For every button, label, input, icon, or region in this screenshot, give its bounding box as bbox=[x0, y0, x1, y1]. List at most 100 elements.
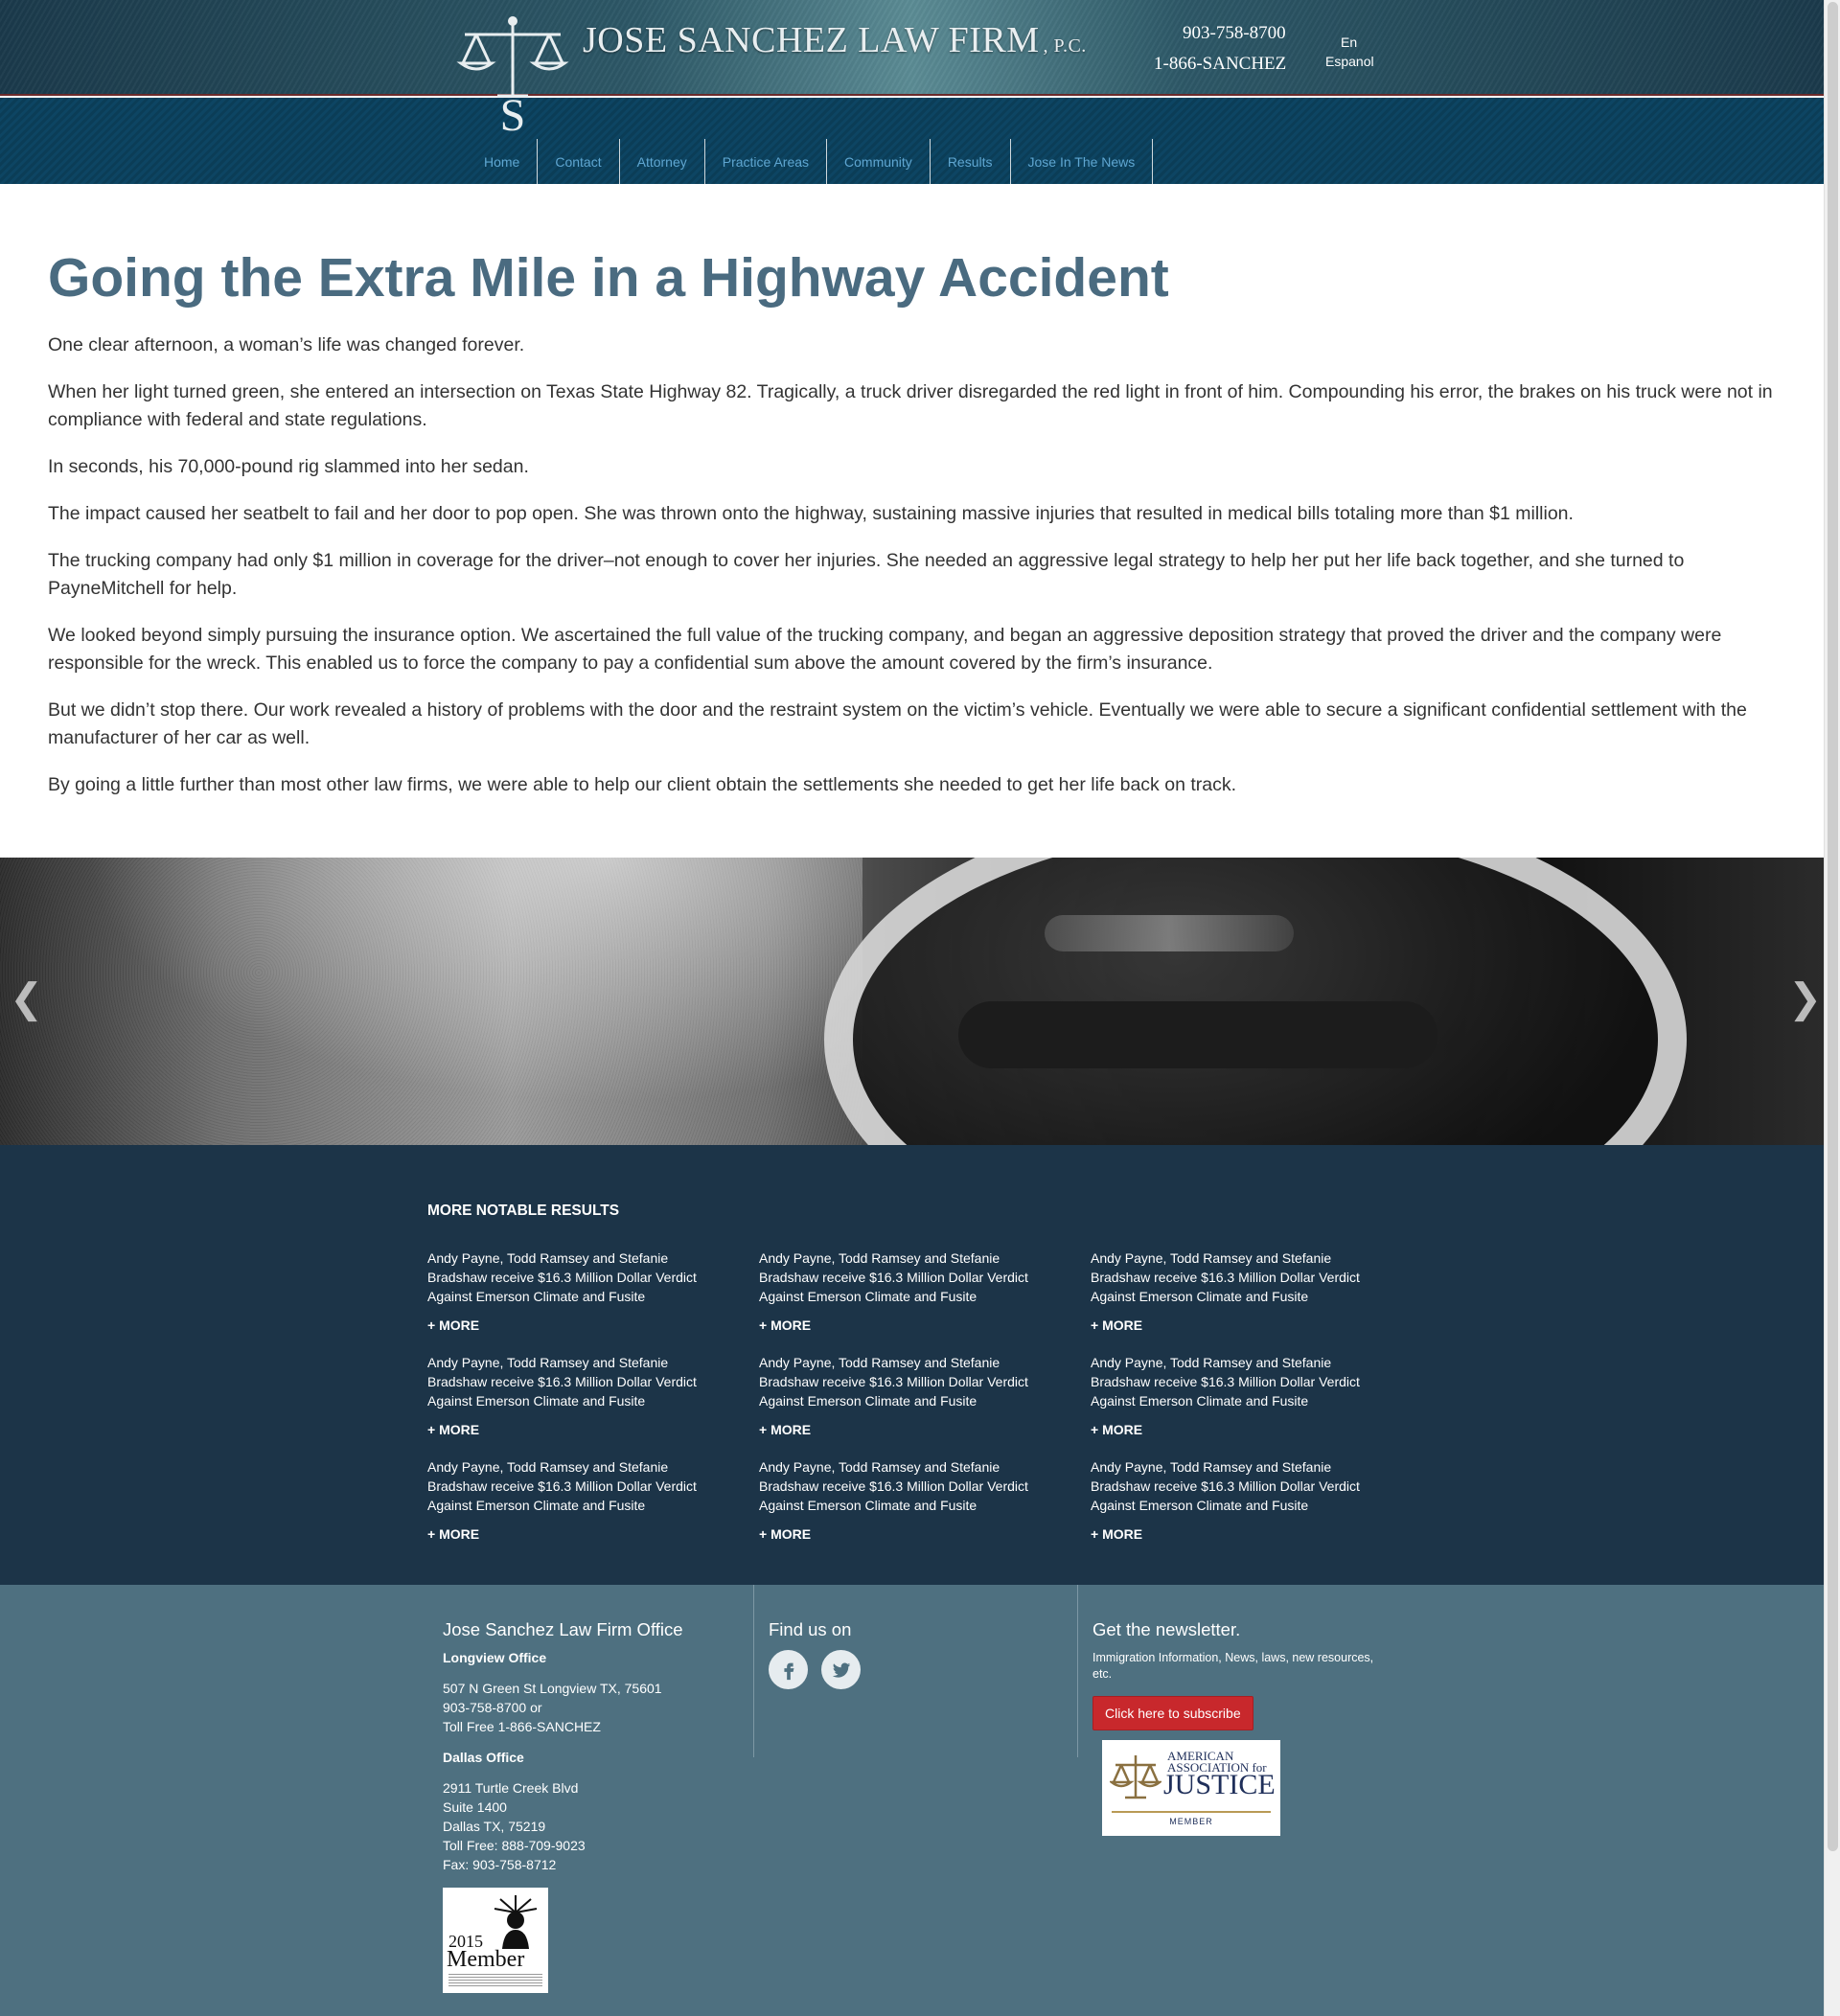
twitter-icon[interactable] bbox=[821, 1650, 861, 1689]
result-item: Andy Payne, Todd Ramsey and Stefanie Bra… bbox=[427, 1457, 715, 1544]
article-paragraph: When her light turned green, she entered… bbox=[48, 381, 1773, 430]
article-paragraph: But we didn’t stop there. Our work revea… bbox=[48, 699, 1747, 748]
nav-item-results[interactable]: Results bbox=[931, 139, 1011, 184]
scales-of-justice-logo[interactable]: S bbox=[455, 13, 570, 138]
result-text: Andy Payne, Todd Ramsey and Stefanie Bra… bbox=[759, 1250, 1028, 1304]
more-link[interactable]: + MORE bbox=[1091, 1316, 1378, 1335]
longview-office-label: Longview Office bbox=[443, 1650, 547, 1665]
article-paragraph: We looked beyond simply pursuing the ins… bbox=[48, 625, 1722, 674]
image-slider bbox=[0, 858, 1824, 1145]
footer-social: Find us on bbox=[769, 1619, 861, 1689]
svg-text:S: S bbox=[500, 90, 526, 138]
result-item: Andy Payne, Todd Ramsey and Stefanie Bra… bbox=[1091, 1249, 1378, 1335]
result-text: Andy Payne, Todd Ramsey and Stefanie Bra… bbox=[427, 1250, 697, 1304]
result-item: Andy Payne, Todd Ramsey and Stefanie Bra… bbox=[759, 1353, 1046, 1439]
footer: Jose Sanchez Law Firm Office Longview Of… bbox=[0, 1585, 1824, 2016]
more-link[interactable]: + MORE bbox=[1091, 1420, 1378, 1439]
page-title: Going the Extra Mile in a Highway Accide… bbox=[48, 247, 1169, 309]
article-paragraph: One clear afternoon, a woman’s life was … bbox=[48, 334, 525, 355]
badge-member: Member bbox=[447, 1947, 525, 1972]
aaj-member-label: MEMBER bbox=[1169, 1817, 1213, 1826]
result-item: Andy Payne, Todd Ramsey and Stefanie Bra… bbox=[1091, 1457, 1378, 1544]
firm-name[interactable]: JOSE SANCHEZ LAW FIRM, P.C. bbox=[583, 19, 1087, 61]
footer-divider bbox=[753, 1585, 754, 1757]
nav-item-jose-in-the-news[interactable]: Jose In The News bbox=[1011, 139, 1154, 184]
article-paragraph: In seconds, his 70,000-pound rig slammed… bbox=[48, 456, 529, 477]
chevron-right-icon[interactable]: ❯ bbox=[1788, 978, 1822, 1019]
nav-item-contact[interactable]: Contact bbox=[538, 139, 620, 184]
results-grid: Andy Payne, Todd Ramsey and Stefanie Bra… bbox=[427, 1249, 1424, 1544]
subscribe-button[interactable]: Click here to subscribe bbox=[1092, 1696, 1254, 1730]
article-paragraph: The impact caused her seatbelt to fail a… bbox=[48, 503, 1574, 524]
result-text: Andy Payne, Todd Ramsey and Stefanie Bra… bbox=[427, 1355, 697, 1409]
language-english-link[interactable]: En bbox=[1341, 34, 1357, 50]
scales-icon bbox=[1110, 1755, 1162, 1799]
address-phone[interactable]: 903-758-8700 or bbox=[443, 1698, 683, 1717]
dallas-address: 2911 Turtle Creek Blvd Suite 1400 Dallas… bbox=[443, 1778, 683, 1874]
footer-divider bbox=[1077, 1585, 1078, 1757]
footer-newsletter: Get the newsletter. Immigration Informat… bbox=[1092, 1619, 1380, 1836]
nav-item-practice-areas[interactable]: Practice Areas bbox=[705, 139, 828, 184]
address-line: Dallas TX, 75219 bbox=[443, 1819, 546, 1834]
result-text: Andy Payne, Todd Ramsey and Stefanie Bra… bbox=[1091, 1459, 1360, 1513]
more-link[interactable]: + MORE bbox=[759, 1316, 1046, 1335]
longview-address: 507 N Green St Longview TX, 75601 903-75… bbox=[443, 1679, 683, 1736]
2015-member-badge: 2015 Member bbox=[443, 1888, 548, 1993]
address-toll-free[interactable]: Toll Free 1-866-SANCHEZ bbox=[443, 1717, 683, 1736]
page: S JOSE SANCHEZ LAW FIRM, P.C. 903-758-87… bbox=[0, 0, 1824, 2016]
result-text: Andy Payne, Todd Ramsey and Stefanie Bra… bbox=[759, 1459, 1028, 1513]
result-item: Andy Payne, Todd Ramsey and Stefanie Bra… bbox=[427, 1353, 715, 1439]
results-title: MORE NOTABLE RESULTS bbox=[427, 1203, 620, 1219]
aaj-line: JUSTICE bbox=[1163, 1769, 1276, 1800]
footer-offices: Jose Sanchez Law Firm Office Longview Of… bbox=[443, 1619, 683, 1993]
more-link[interactable]: + MORE bbox=[427, 1316, 715, 1335]
result-item: Andy Payne, Todd Ramsey and Stefanie Bra… bbox=[759, 1457, 1046, 1544]
notable-results-section: MORE NOTABLE RESULTS Andy Payne, Todd Ra… bbox=[0, 1145, 1824, 1585]
dallas-office-label: Dallas Office bbox=[443, 1750, 524, 1765]
more-link[interactable]: + MORE bbox=[427, 1524, 715, 1544]
article-paragraph: By going a little further than most othe… bbox=[48, 774, 1237, 795]
badge-fine-print bbox=[448, 1974, 542, 1987]
office-title: Jose Sanchez Law Firm Office bbox=[443, 1619, 683, 1639]
statue-of-liberty-icon bbox=[494, 1895, 538, 1949]
social-links bbox=[769, 1650, 861, 1689]
nav-item-community[interactable]: Community bbox=[827, 139, 931, 184]
article: Going the Extra Mile in a Highway Accide… bbox=[48, 245, 1782, 818]
address-toll-free[interactable]: Toll Free: 888-709-9023 bbox=[443, 1836, 683, 1855]
aaj-rule bbox=[1112, 1811, 1271, 1813]
nav-item-attorney[interactable]: Attorney bbox=[620, 139, 705, 184]
result-text: Andy Payne, Todd Ramsey and Stefanie Bra… bbox=[759, 1355, 1028, 1409]
result-text: Andy Payne, Todd Ramsey and Stefanie Bra… bbox=[1091, 1250, 1360, 1304]
slider-image-slot bbox=[958, 1001, 1438, 1068]
address-fax: Fax: 903-758-8712 bbox=[443, 1857, 557, 1872]
language-spanish-link[interactable]: Espanol bbox=[1325, 54, 1374, 69]
page-scrollbar[interactable] bbox=[1824, 0, 1840, 2016]
more-link[interactable]: + MORE bbox=[427, 1420, 715, 1439]
result-item: Andy Payne, Todd Ramsey and Stefanie Bra… bbox=[759, 1249, 1046, 1335]
scrollbar-thumb[interactable] bbox=[1828, 2, 1838, 1851]
more-link[interactable]: + MORE bbox=[759, 1524, 1046, 1544]
facebook-icon[interactable] bbox=[769, 1650, 808, 1689]
phone-toll-free[interactable]: 1-866-SANCHEZ bbox=[1154, 54, 1286, 75]
nav-item-home[interactable]: Home bbox=[472, 139, 539, 184]
main-nav: Home Contact Attorney Practice Areas Com… bbox=[472, 139, 1154, 184]
more-link[interactable]: + MORE bbox=[759, 1420, 1046, 1439]
result-text: Andy Payne, Todd Ramsey and Stefanie Bra… bbox=[1091, 1355, 1360, 1409]
result-text: Andy Payne, Todd Ramsey and Stefanie Bra… bbox=[427, 1459, 697, 1513]
aaj-member-badge: AMERICAN ASSOCIATION for JUSTICE MEMBER bbox=[1102, 1740, 1280, 1836]
phone-local[interactable]: 903-758-8700 bbox=[1183, 23, 1286, 44]
slider-image-highlight bbox=[1045, 915, 1294, 951]
newsletter-title: Get the newsletter. bbox=[1092, 1619, 1241, 1639]
slider-image-texture bbox=[0, 858, 862, 1145]
find-us-title: Find us on bbox=[769, 1619, 852, 1639]
chevron-left-icon[interactable]: ❮ bbox=[10, 978, 43, 1019]
result-item: Andy Payne, Todd Ramsey and Stefanie Bra… bbox=[427, 1249, 715, 1335]
address-line: 2911 Turtle Creek Blvd bbox=[443, 1780, 579, 1796]
newsletter-subtitle: Immigration Information, News, laws, new… bbox=[1092, 1651, 1374, 1681]
more-link[interactable]: + MORE bbox=[1091, 1524, 1378, 1544]
firm-name-suffix: , P.C. bbox=[1043, 35, 1087, 57]
result-item: Andy Payne, Todd Ramsey and Stefanie Bra… bbox=[1091, 1353, 1378, 1439]
article-paragraph: The trucking company had only $1 million… bbox=[48, 550, 1685, 599]
address-line: Suite 1400 bbox=[443, 1799, 507, 1815]
firm-name-text: JOSE SANCHEZ LAW FIRM bbox=[583, 20, 1040, 60]
